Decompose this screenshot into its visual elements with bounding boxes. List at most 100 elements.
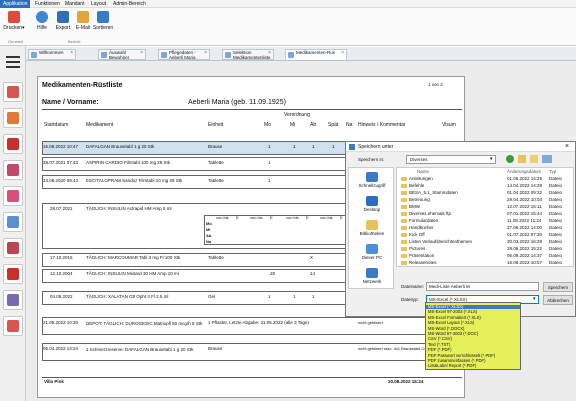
filetype-option[interactable]: PDF (*.PDF): [428, 347, 452, 352]
close-icon[interactable]: ×: [341, 51, 344, 56]
column-header-name[interactable]: Name: [417, 169, 429, 175]
tab-auswahl-bewohner[interactable]: Auswahl Bewohner ×: [98, 49, 146, 60]
menu-layout[interactable]: Layout: [88, 0, 109, 8]
page-number: 1 von 2: [428, 82, 443, 87]
file-type: Dateio: [549, 197, 563, 202]
filename-input[interactable]: Medi-Liste Aeberli M: [426, 282, 539, 291]
place-quick-access[interactable]: Schnellzugriff: [352, 170, 392, 192]
help-icon: [36, 11, 48, 23]
menu-icon: [6, 56, 20, 68]
file-date: 07.01.2022 15:44: [507, 211, 543, 216]
menu-funktionen[interactable]: Funktionen: [32, 0, 63, 8]
sidebar-item-chart[interactable]: [3, 238, 23, 258]
back-icon[interactable]: [506, 155, 514, 163]
footer-date: 20.08.2022 15:24: [388, 379, 424, 384]
home-icon: [31, 52, 37, 58]
filetype-option[interactable]: MS-Excel 97-2003 (*.XLS): [428, 310, 477, 314]
close-icon[interactable]: ×: [268, 51, 271, 56]
folder-up-icon[interactable]: [518, 155, 526, 163]
file-name: BESA_5.1_Stammdaten: [401, 190, 458, 196]
place-libraries[interactable]: Bibliotheken: [352, 218, 392, 240]
file-type: Dateio: [549, 225, 563, 230]
file-date: 27.06.2022 14:00: [507, 225, 543, 230]
report-title: Medikamenten-Rüstliste: [42, 82, 123, 89]
header-hinweis: Hinweis / Kommentar: [358, 122, 406, 128]
place-desktop[interactable]: Desktop: [352, 194, 392, 216]
name-label: Name / Vorname:: [42, 99, 99, 106]
folder-icon: [401, 261, 407, 265]
grid-head: von bis: [320, 215, 333, 220]
file-name: Präsentation: [401, 253, 434, 259]
save-in-select[interactable]: Diverses ▾: [406, 155, 496, 164]
grid-row-label: Ab: [206, 233, 212, 238]
tab-pflegedaten[interactable]: Pflegedaten - Aeberli Maria ×: [158, 49, 210, 60]
filetype-option[interactable]: List&Label Report (*.PDF): [428, 364, 476, 368]
clipboard-icon: [7, 164, 19, 176]
library-icon: [366, 220, 378, 230]
building-icon: [7, 268, 19, 280]
chevron-down-icon: ▾: [490, 156, 493, 162]
cell-ab: 14: [310, 271, 316, 276]
ribbon-toolbar: Drucken▾ Hilfe Export E-Mail Sortieren G…: [0, 8, 576, 46]
save-as-dialog: Speichern unter × Speichern in: Diverses…: [345, 141, 576, 317]
chart-icon: [7, 242, 19, 254]
left-sidebar: [0, 46, 26, 401]
close-icon[interactable]: ×: [140, 51, 143, 56]
place-network[interactable]: Netzwerk: [352, 266, 392, 288]
sidebar-item-residents[interactable]: [3, 82, 23, 102]
sidebar-item-settings[interactable]: [3, 290, 23, 310]
divider: [42, 109, 462, 110]
house-icon: [7, 138, 19, 150]
desktop-icon: [366, 196, 378, 206]
calendar-icon: [7, 216, 19, 228]
header-mo: Mo: [264, 122, 271, 128]
cancel-button[interactable]: Abbrechen: [543, 295, 573, 305]
tab-medikamenten-ruestliste[interactable]: Medikamenten-Rüs ×: [285, 49, 347, 60]
people-icon: [101, 52, 107, 58]
sidebar-item-clipboard[interactable]: [3, 160, 23, 180]
file-type: Dateio: [549, 176, 563, 181]
star-icon: [366, 172, 378, 182]
cell-unit: Brause: [208, 346, 223, 351]
filetype-option[interactable]: CSV (*.CSV): [428, 337, 452, 341]
menu-applikation[interactable]: Applikation: [0, 0, 31, 8]
grid-head: E: [236, 215, 239, 220]
cell-date: 04.05.2022: [50, 294, 73, 299]
new-folder-icon[interactable]: [530, 155, 538, 163]
hamburger-menu[interactable]: [3, 52, 23, 72]
filetype-option[interactable]: MS-Excel Layout (*.XLS): [428, 320, 474, 325]
sidebar-item-mail[interactable]: [3, 316, 23, 336]
cell-mo: 1: [268, 294, 271, 299]
menu-mandant[interactable]: Mandant: [62, 0, 87, 8]
sidebar-item-care[interactable]: [3, 108, 23, 128]
help-button[interactable]: Hilfe: [31, 10, 53, 44]
folder-icon: [401, 240, 407, 244]
file-date: 01.06.2022 14:25: [507, 176, 543, 181]
save-button[interactable]: Speichern: [543, 282, 573, 292]
grid-row-label: Mo: [206, 221, 212, 226]
sidebar-item-home[interactable]: [3, 134, 23, 154]
cell-med: ESCITALOPRAM Sandoz Filmtabl 10 mg 28 St…: [86, 178, 183, 183]
file-name: Diverses ehemals ftp: [401, 211, 451, 217]
menu-admin-bereich[interactable]: Admin-Bereich: [110, 0, 149, 8]
column-header-type[interactable]: Typ: [549, 169, 556, 175]
column-header-date[interactable]: Änderungsdatum: [507, 169, 541, 175]
sidebar-item-calendar[interactable]: [3, 212, 23, 232]
computer-icon: [366, 244, 378, 254]
view-menu-icon[interactable]: [542, 155, 552, 163]
folder-icon: [401, 233, 407, 237]
dialog-close-button[interactable]: ×: [560, 142, 574, 152]
tab-willkommen[interactable]: Willkommen ×: [28, 49, 76, 60]
file-type: Dateio: [549, 253, 563, 258]
tab-selektion-medikamentenliste[interactable]: Selektion Medikamentenliste ×: [222, 49, 274, 60]
sidebar-item-building[interactable]: [3, 264, 23, 284]
close-icon[interactable]: ×: [204, 51, 207, 56]
file-date: 30.03.2022 16:29: [507, 239, 543, 244]
place-this-pc[interactable]: Dieser PC: [352, 242, 392, 264]
sort-button[interactable]: Sortieren: [92, 10, 114, 44]
sidebar-item-health[interactable]: [3, 186, 23, 206]
cell-date: 21.05.2022 10:30: [43, 320, 79, 325]
close-icon[interactable]: ×: [70, 51, 73, 56]
grid-head: von bis: [286, 215, 299, 220]
header-visum: Visum: [442, 122, 456, 128]
